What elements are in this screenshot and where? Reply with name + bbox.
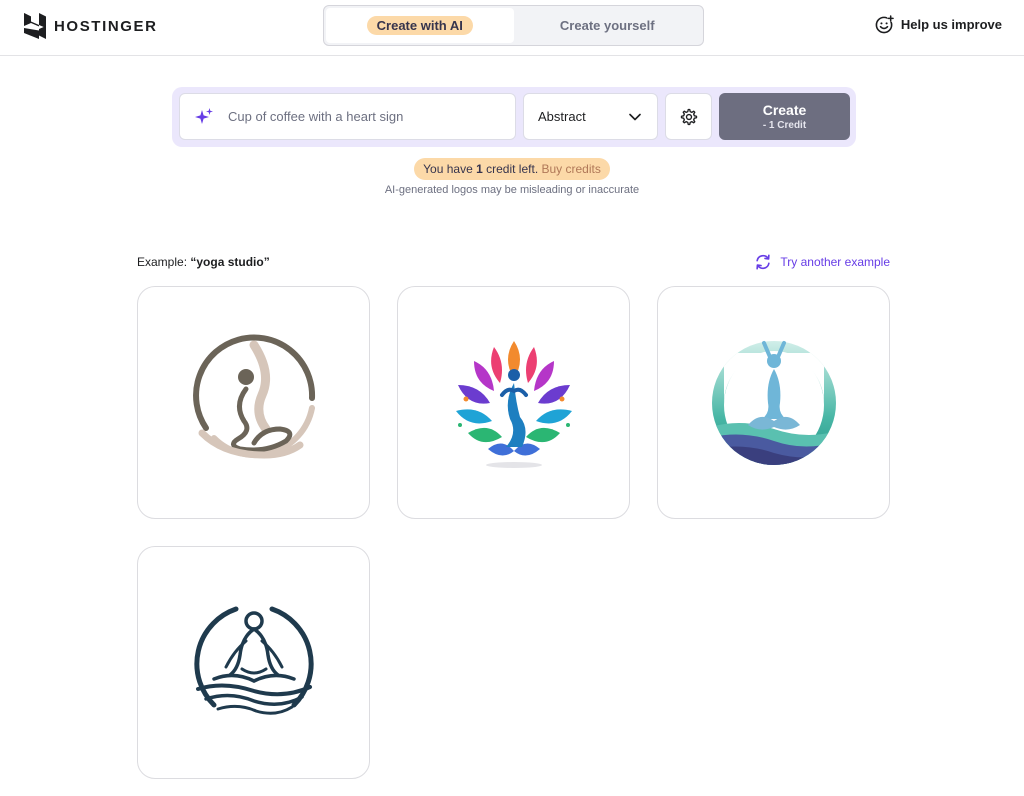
tab-label: Create with AI	[366, 16, 473, 35]
credits-pill: You have 1 credit left. Buy credits	[414, 158, 610, 180]
tab-label: Create yourself	[559, 18, 655, 33]
try-another-label: Try another example	[780, 255, 890, 269]
prompt-bar: Abstract Create - 1 Credit	[172, 87, 856, 147]
mode-switch: Create with AI Create yourself	[323, 5, 704, 46]
style-dropdown[interactable]: Abstract	[523, 93, 658, 140]
yoga-lotus-colorful-logo-icon	[455, 340, 572, 468]
yoga-circle-beige-logo-icon	[192, 334, 315, 459]
example-query: “yoga studio”	[190, 255, 270, 269]
hostinger-logo-icon	[24, 13, 46, 39]
credits-prefix: You have	[423, 162, 477, 176]
buy-credits-link[interactable]: Buy credits	[541, 162, 600, 176]
example-label: Example: “yoga studio”	[137, 255, 270, 269]
logo-card[interactable]	[657, 286, 890, 519]
tab-create-yourself[interactable]: Create yourself	[514, 8, 702, 43]
credits-suffix: credit left.	[482, 162, 542, 176]
ai-disclaimer: AI-generated logos may be misleading or …	[384, 184, 640, 196]
credits-info: You have 1 credit left. Buy credits	[0, 158, 1024, 180]
sparkles-icon	[195, 107, 213, 124]
style-value: Abstract	[538, 109, 586, 124]
create-cost: - 1 Credit	[762, 120, 807, 131]
create-button[interactable]: Create - 1 Credit	[719, 93, 850, 140]
settings-button[interactable]	[665, 93, 712, 140]
example-prefix: Example:	[137, 255, 191, 269]
yoga-navy-meditation-logo-icon	[193, 606, 314, 715]
smiley-plus-icon	[875, 15, 894, 34]
try-another-example-button[interactable]: Try another example	[754, 253, 890, 271]
create-label: Create	[762, 102, 807, 118]
credits-count: 1	[476, 162, 483, 176]
brand-name: HOSTINGER	[54, 17, 158, 35]
logo-card[interactable]	[137, 546, 370, 779]
logo-card[interactable]	[397, 286, 630, 519]
prompt-input[interactable]	[228, 109, 498, 124]
refresh-icon	[756, 254, 771, 270]
brand-logo[interactable]: HOSTINGER	[24, 13, 158, 39]
prompt-input-box[interactable]	[179, 93, 516, 140]
yoga-teal-wave-logo-icon	[711, 340, 836, 465]
tab-create-with-ai[interactable]: Create with AI	[326, 8, 514, 43]
help-us-improve-button[interactable]: Help us improve	[875, 15, 1002, 34]
logo-card[interactable]	[137, 286, 370, 519]
help-label: Help us improve	[900, 17, 1002, 32]
gear-icon	[680, 108, 697, 125]
top-header: HOSTINGER Create with AI Create yourself…	[0, 0, 1024, 56]
chevron-down-icon	[629, 113, 641, 120]
